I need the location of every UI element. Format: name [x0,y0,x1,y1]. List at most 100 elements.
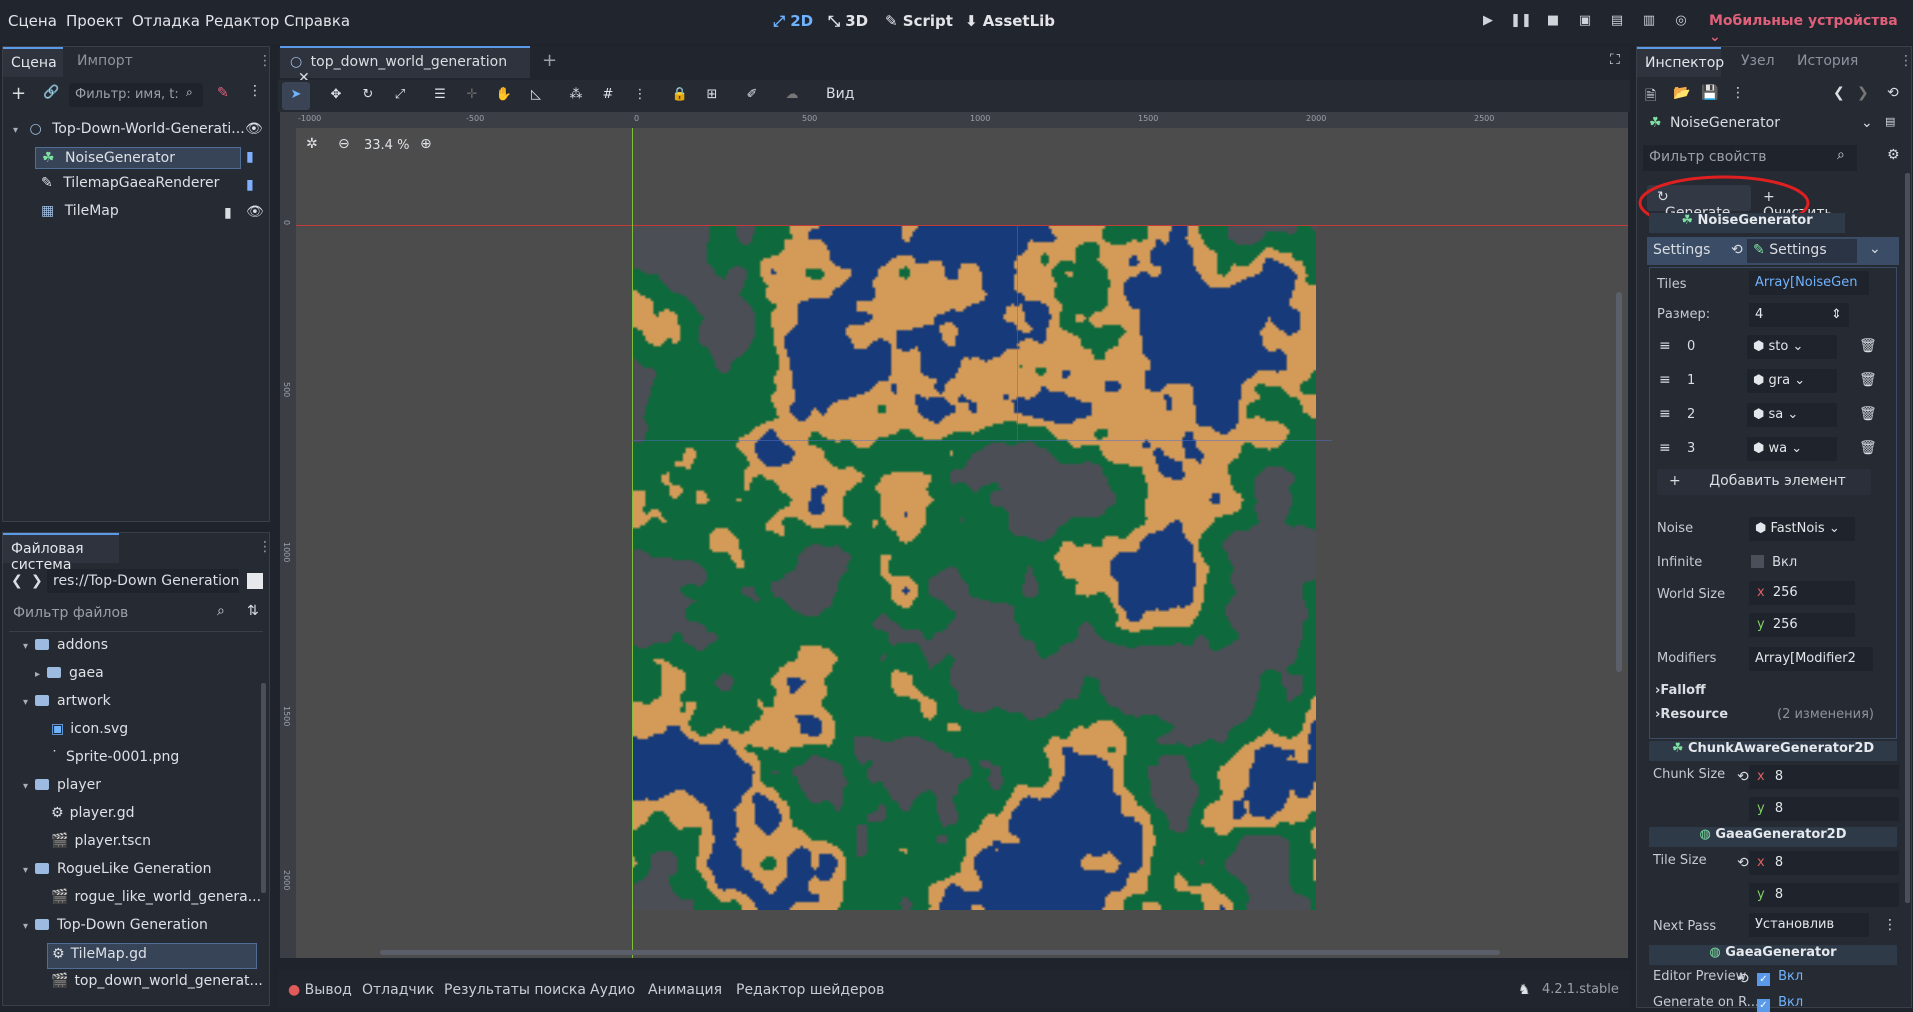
bone-icon[interactable]: ✐ [741,84,763,106]
tree-node-noise-generator[interactable]: ☘ NoiseGenerator [35,147,241,169]
drag-handle-icon[interactable]: ≡ [1659,406,1671,422]
history-forward-icon[interactable]: ❯ [1857,85,1869,101]
fs-folder-topdown[interactable]: ▾ Top-Down Generation [23,917,208,939]
reset-icon[interactable]: ⟲ [1737,855,1749,871]
more-icon[interactable]: ⋮ [1731,85,1745,101]
group-icon[interactable]: ⊞ [701,84,723,106]
fs-file-player-tscn[interactable]: 🎬 player.tscn [51,833,151,855]
nav-back-icon[interactable]: ❮ [11,573,23,589]
tab-output[interactable]: ● Вывод [288,982,352,998]
fs-file-topdown-scene[interactable]: 🎬 top_down_world_generat... [51,973,263,995]
fs-folder-player[interactable]: ▾ player [23,777,101,799]
stop-icon[interactable]: ■ [1542,10,1564,32]
infinite-checkbox[interactable]: Вкл [1751,555,1797,570]
resource-group[interactable]: ›Resource (2 изменения) [1655,707,1883,722]
falloff-group[interactable]: ›Falloff [1655,683,1706,698]
property-filter-input[interactable]: Фильтр свойств [1643,145,1857,171]
menu-editor[interactable]: Редактор [205,12,279,30]
drag-handle-icon[interactable]: ≡ [1659,372,1671,388]
next-pass-picker[interactable]: Установлив [1749,913,1869,937]
menu-scene[interactable]: Сцена [8,12,57,30]
lock-icon[interactable]: 🔒 [669,84,691,106]
inspector-scrollbar[interactable] [1905,173,1910,903]
scene-more-icon[interactable]: ⋮ [248,83,262,99]
smart-snap-icon[interactable]: ⁂ [565,84,587,106]
viewport-2d[interactable]: -1000 -500 0 500 1000 1500 2000 2500 0 5… [280,112,1628,958]
chevron-down-icon[interactable]: ▾ [13,125,25,136]
world-size-y[interactable]: y 256 [1749,613,1855,637]
noise-resource-picker[interactable]: ⬢ FastNois ⌄ [1749,517,1855,541]
tab-scene-file[interactable]: ○ top_down_world_generation ✕ [280,46,530,86]
tab-animation[interactable]: Анимация [648,982,722,998]
pause-icon[interactable]: ❚❚ [1510,10,1532,32]
generate-on-ready-checkbox[interactable]: ✓ Вкл [1757,995,1803,1012]
zoom-out-icon[interactable]: ⊖ [338,136,350,152]
stepper-icon[interactable]: ⇕ [1831,307,1842,322]
tile-resource-picker[interactable]: ⬢ wa ⌄ [1747,437,1837,461]
tab-audio[interactable]: Аудио [590,982,635,998]
mode-script-button[interactable]: ✎ Script [885,12,953,30]
fs-file-icon-svg[interactable]: ▣ icon.svg [51,721,128,743]
fs-filter-input[interactable]: Фильтр файлов [9,601,241,625]
tab-inspector[interactable]: Инспектор [1637,47,1724,77]
add-node-icon[interactable]: + [11,83,26,104]
tab-search-results[interactable]: Результаты поиска [444,982,586,998]
fs-file-roguelike-scene[interactable]: 🎬 rogue_like_world_genera... [51,889,261,911]
camera-override-icon[interactable]: ☁ [781,84,803,106]
fs-path-input[interactable]: res://Top-Down Generation [47,569,239,593]
tab-import[interactable]: Импорт [69,47,141,77]
tree-node-root[interactable]: ▾ ○ Top-Down-World-Generati... 👁 [13,121,265,143]
tab-shader-editor[interactable]: Редактор шейдеров [736,982,884,998]
tile-resource-picker[interactable]: ⬢ sa ⌄ [1747,403,1837,427]
history-back-icon[interactable]: ❮ [1833,85,1845,101]
dock-menu-icon[interactable]: ⋮ [258,539,272,555]
tiles-array-field[interactable]: Array[NoiseGen [1749,271,1869,295]
add-element-button[interactable]: + Добавить элемент [1657,469,1871,495]
dock-menu-icon[interactable]: ⋮ [258,53,272,69]
tile-resource-picker[interactable]: ⬢ gra ⌄ [1747,369,1837,393]
list-select-icon[interactable]: ☰ [429,84,451,106]
node-selector[interactable]: ☘ NoiseGenerator ⌄ [1643,111,1875,137]
move-tool-icon[interactable]: ✥ [325,84,347,106]
tile-size-x[interactable]: x 8 [1749,851,1899,875]
ruler-tool-icon[interactable]: ◺ [525,84,547,106]
mode-2d-button[interactable]: ⤢ 2D [773,12,813,30]
fs-file-sprite[interactable]: ˙ Sprite-0001.png [51,749,179,771]
fs-folder-gaea[interactable]: ▸ gaea [35,665,104,687]
mode-3d-button[interactable]: ⤡ 3D [828,12,868,30]
load-resource-icon[interactable]: 📂 [1673,85,1690,101]
pan-tool-icon[interactable]: ✋ [493,84,515,106]
inspector-settings-icon[interactable]: ⚙ [1887,147,1900,163]
play-icon[interactable]: ▶ [1477,10,1499,32]
tile-resource-picker[interactable]: ⬢ sto ⌄ [1747,335,1837,359]
h-scrollbar[interactable] [380,950,1500,955]
save-icon[interactable]: 💾 [1701,85,1718,101]
movie-maker-icon[interactable]: ◎ [1670,10,1692,32]
toggle-view-icon[interactable] [247,573,263,589]
tab-filesystem[interactable]: Файловая система [3,533,119,573]
menu-debug[interactable]: Отладка [132,12,200,30]
pivot-tool-icon[interactable]: ✛ [461,84,483,106]
modifiers-array-field[interactable]: Array[Modifier2 [1749,647,1873,671]
delete-icon[interactable]: 🗑 [1859,372,1877,388]
chunk-size-x[interactable]: x 8 [1749,765,1899,789]
snap-options-icon[interactable]: ⋮ [629,84,651,106]
renderer-select[interactable]: Мобильные устройства ⌄ [1709,13,1913,45]
sort-icon[interactable]: ⇅ [247,603,259,619]
fs-folder-roguelike[interactable]: ▾ RogueLike Generation [23,861,212,883]
rotate-tool-icon[interactable]: ↻ [357,84,379,106]
delete-icon[interactable]: 🗑 [1859,406,1877,422]
zoom-level[interactable]: 33.4 % [364,138,409,153]
tree-node-tilemap-renderer[interactable]: ✎ TilemapGaeaRenderer [41,175,261,197]
tab-node[interactable]: Узел [1733,47,1783,77]
scene-filter-input[interactable]: Фильтр: имя, t: [69,83,203,107]
fullscreen-icon[interactable]: ⛶ [1610,52,1620,68]
add-tab-icon[interactable]: + [542,50,557,71]
settings-resource-picker[interactable]: ✎ Settings [1747,239,1857,263]
visibility-eye-icon[interactable]: 👁 [245,121,263,137]
reset-icon[interactable]: ⟲ [1737,769,1749,785]
array-size-spinbox[interactable]: 4 ⇕ [1749,303,1849,327]
play-scene-icon[interactable]: ▤ [1606,10,1628,32]
object-history-icon[interactable]: ⟲ [1887,85,1899,101]
view-menu[interactable]: Вид [826,86,854,102]
